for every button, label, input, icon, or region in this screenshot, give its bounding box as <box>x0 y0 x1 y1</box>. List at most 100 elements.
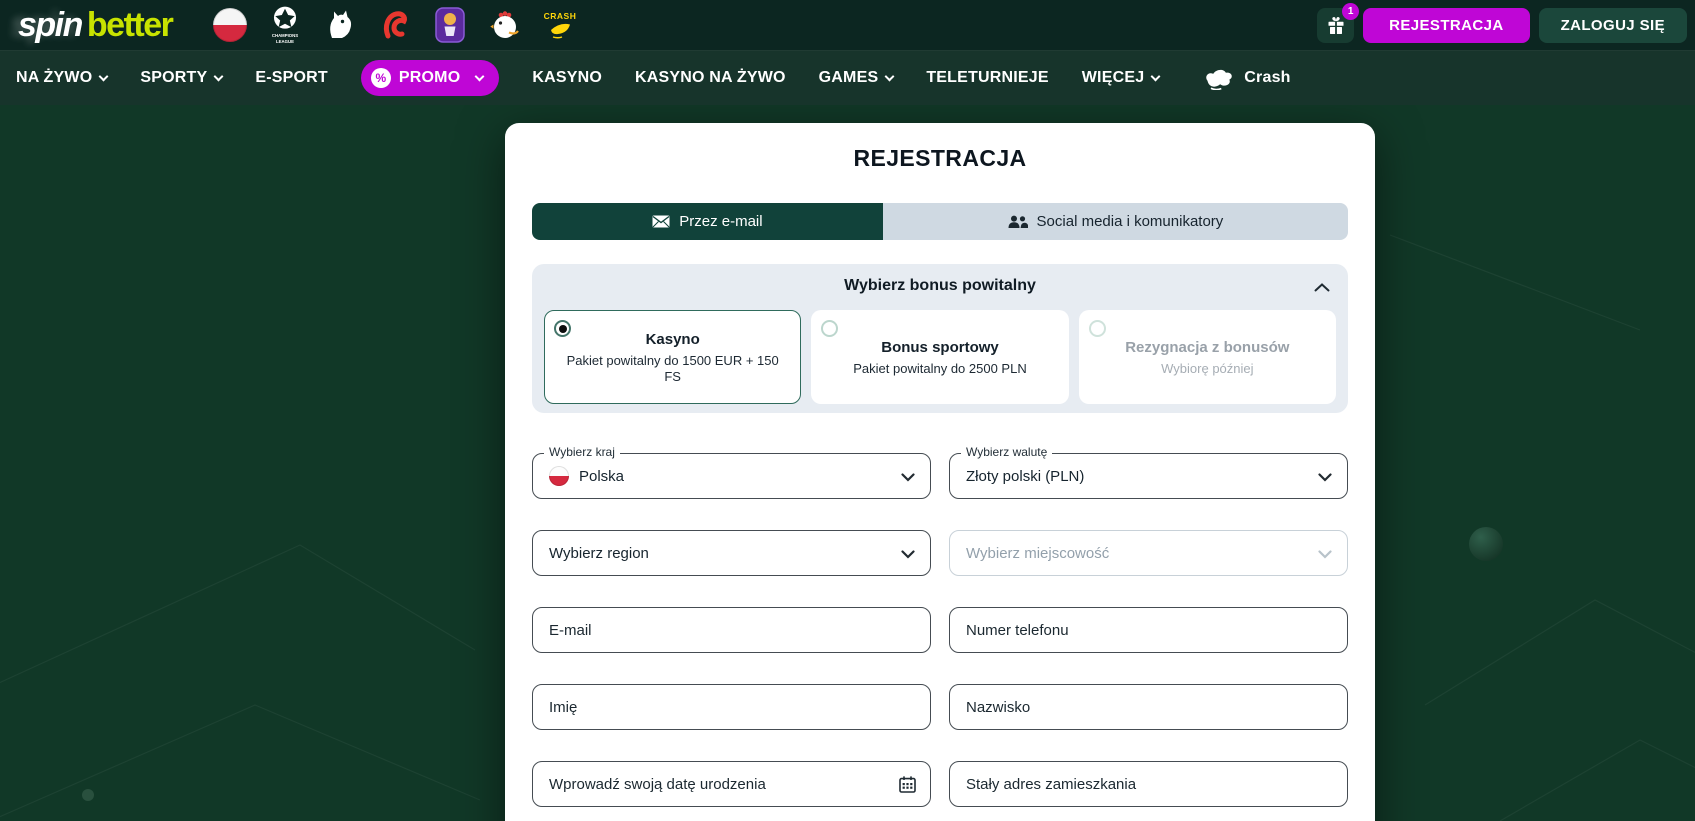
nav-item-e-sport[interactable]: E-SPORT <box>255 69 328 87</box>
birth-date-input[interactable] <box>549 762 914 806</box>
crash-splash-icon <box>1206 69 1233 90</box>
nav-item-kasyno[interactable]: KASYNO <box>532 69 602 87</box>
city-select[interactable]: Wybierz miejscowość <box>949 530 1348 576</box>
chevron-down-icon <box>474 71 485 81</box>
tab-label: Social media i komunikatory <box>1036 213 1224 230</box>
country-value: Polska <box>579 467 625 485</box>
nav-item-na-zywo[interactable]: NA ŻYWO <box>16 69 109 87</box>
gift-button[interactable]: 1 <box>1317 2 1360 43</box>
bonus-options: Kasyno Pakiet powitalny do 1500 EUR + 15… <box>544 310 1336 404</box>
nav-label: E-SPORT <box>255 69 328 86</box>
nav-label: KASYNO NA ŻYWO <box>635 69 786 86</box>
currency-label: Wybierz walutę <box>961 445 1053 459</box>
main-nav: NA ŻYWO SPORTY E-SPORT % PROMO KASYNO KA… <box>0 50 1695 105</box>
nav-label: Crash <box>1244 69 1291 86</box>
nav-item-crash[interactable]: Crash <box>1204 67 1290 90</box>
chevron-down-icon <box>98 71 109 81</box>
chevron-down-icon <box>901 550 915 559</box>
champions-league-icon[interactable]: CHAMPIONS LEAGUE <box>267 3 303 47</box>
city-placeholder: Wybierz miejscowość <box>966 544 1110 562</box>
nav-item-promo[interactable]: % PROMO <box>360 60 500 96</box>
first-name-input[interactable] <box>549 685 914 729</box>
bonus-option-rezygnacja[interactable]: Rezygnacja z bonusów Wybiorę później <box>1078 310 1336 404</box>
envelope-icon <box>652 215 670 228</box>
logo-spin-text: spin <box>18 5 83 44</box>
calendar-icon[interactable] <box>899 776 916 793</box>
nav-label: PROMO <box>398 69 461 86</box>
nav-label: NA ŻYWO <box>16 69 93 86</box>
email-field <box>532 607 931 653</box>
nav-item-kasyno-na-zywo[interactable]: KASYNO NA ŻYWO <box>635 69 786 87</box>
nav-item-wiecej[interactable]: WIĘCEJ <box>1081 69 1161 87</box>
currency-value: Złoty polski (PLN) <box>966 467 1085 485</box>
bonus-option-title: Rezygnacja z bonusów <box>1125 338 1290 356</box>
tab-by-email[interactable]: Przez e-mail <box>532 203 883 240</box>
poland-flag-icon[interactable] <box>212 3 248 47</box>
nav-item-sporty[interactable]: SPORTY <box>140 69 224 87</box>
region-select[interactable]: Wybierz region <box>532 530 931 576</box>
registration-form: Wybierz kraj Polska Wybierz walutę Złoty… <box>532 445 1348 807</box>
chicken-game-icon[interactable] <box>487 3 523 47</box>
nav-label: TELETURNIEJE <box>926 69 1049 86</box>
registration-modal: REJESTRACJA Przez e-mail Social media i … <box>505 123 1375 821</box>
phone-field <box>949 607 1348 653</box>
country-select[interactable]: Wybierz kraj Polska <box>532 445 931 499</box>
bonus-option-kasyno[interactable]: Kasyno Pakiet powitalny do 1500 EUR + 15… <box>544 310 802 404</box>
nav-item-teleturnieje[interactable]: TELETURNIEJE <box>926 69 1048 87</box>
radio-unchecked-icon <box>1088 320 1106 337</box>
sphere-decoration <box>1469 527 1503 561</box>
currency-select[interactable]: Wybierz walutę Złoty polski (PLN) <box>949 445 1348 499</box>
bonus-title: Wybierz bonus powitalny <box>844 277 1036 294</box>
last-name-input[interactable] <box>966 685 1331 729</box>
gates-of-olympus-logo <box>435 7 465 43</box>
bonus-option-title: Kasyno <box>645 330 700 348</box>
address-input[interactable] <box>966 762 1331 806</box>
chevron-up-icon <box>1314 283 1330 292</box>
crash-game-icon[interactable]: CRASH <box>542 3 578 47</box>
bonus-option-title: Bonus sportowy <box>881 338 999 356</box>
bonus-option-sportowy[interactable]: Bonus sportowy Pakiet powitalny do 2500 … <box>811 310 1069 404</box>
gift-icon <box>1328 17 1344 34</box>
logo[interactable]: spin better <box>18 5 174 45</box>
crash-logo: CRASH <box>544 11 576 39</box>
premier-league-lion <box>330 10 352 38</box>
bonus-option-description: Pakiet powitalny do 1500 EUR + 150 FS <box>566 352 779 384</box>
last-name-field <box>949 684 1348 730</box>
chevron-down-icon <box>884 71 895 81</box>
nav-label: KASYNO <box>532 69 602 86</box>
laliga-mark <box>383 11 407 39</box>
nav-label: WIĘCEJ <box>1081 69 1145 86</box>
chevron-down-icon <box>1150 71 1161 81</box>
address-field <box>949 761 1348 807</box>
region-placeholder: Wybierz region <box>549 544 649 562</box>
gates-of-olympus-icon[interactable] <box>432 3 468 47</box>
email-input[interactable] <box>549 608 914 652</box>
champions-league-logo: CHAMPIONS LEAGUE <box>272 6 298 44</box>
promo-icon-strip: CHAMPIONS LEAGUE CRASH <box>212 0 578 50</box>
chevron-down-icon <box>901 473 915 482</box>
poland-flag-icon <box>549 466 569 486</box>
country-label: Wybierz kraj <box>544 445 620 459</box>
chevron-down-icon <box>1318 550 1332 559</box>
gift-badge: 1 <box>1342 2 1360 20</box>
top-header: spin better CHAMPIONS LEAGUE CRASH 1 REJ… <box>0 0 1695 50</box>
phone-input[interactable] <box>966 608 1331 652</box>
page-title: REJESTRACJA <box>853 145 1027 171</box>
laliga-icon[interactable] <box>377 3 413 47</box>
first-name-field <box>532 684 931 730</box>
nav-label: SPORTY <box>140 69 208 86</box>
bonus-panel: Wybierz bonus powitalny Kasyno Pakiet po… <box>532 264 1348 413</box>
radio-checked-icon <box>554 320 571 337</box>
header-actions: 1 REJESTRACJA ZALOGUJ SIĘ <box>1317 0 1687 50</box>
people-icon <box>1008 215 1028 228</box>
tab-social-media[interactable]: Social media i komunikatory <box>882 203 1348 240</box>
chevron-down-icon <box>213 71 224 81</box>
login-button[interactable]: ZALOGUJ SIĘ <box>1538 7 1687 43</box>
register-button[interactable]: REJESTRACJA <box>1363 7 1530 43</box>
collapse-button[interactable] <box>1314 280 1330 295</box>
svg-text:CHAMPIONS: CHAMPIONS <box>272 33 298 38</box>
premier-league-icon[interactable] <box>322 3 358 47</box>
nav-item-games[interactable]: GAMES <box>819 69 895 87</box>
radio-unchecked-icon <box>821 320 839 337</box>
chevron-down-icon <box>1318 473 1332 482</box>
